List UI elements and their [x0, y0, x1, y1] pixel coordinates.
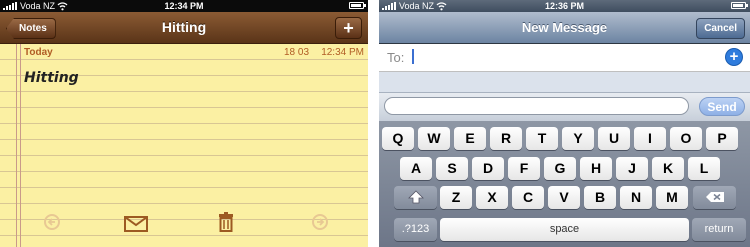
- key-t[interactable]: T: [526, 127, 558, 150]
- key-m[interactable]: M: [656, 186, 688, 209]
- space-key[interactable]: space: [440, 218, 689, 241]
- next-arrow-icon[interactable]: [312, 214, 328, 230]
- previous-arrow-icon[interactable]: [44, 214, 60, 230]
- key-h[interactable]: H: [580, 157, 612, 180]
- new-message-screen: Voda NZ 12:36 PM New Message Cancel To: …: [379, 0, 750, 247]
- compose-bar: Send: [379, 92, 750, 122]
- key-l[interactable]: L: [688, 157, 720, 180]
- text-cursor: [412, 49, 414, 64]
- key-b[interactable]: B: [584, 186, 616, 209]
- key-v[interactable]: V: [548, 186, 580, 209]
- shift-arrow-icon: [407, 190, 424, 204]
- to-label: To:: [387, 50, 405, 65]
- key-n[interactable]: N: [620, 186, 652, 209]
- recipient-row[interactable]: To: +: [379, 44, 750, 72]
- message-navigation-bar: New Message Cancel: [379, 12, 750, 44]
- note-body-text[interactable]: Hitting: [24, 70, 79, 86]
- shift-key[interactable]: [394, 186, 437, 209]
- key-q[interactable]: Q: [382, 127, 414, 150]
- battery-icon: [731, 2, 748, 9]
- send-button[interactable]: Send: [699, 97, 745, 116]
- key-z[interactable]: Z: [440, 186, 472, 209]
- key-a[interactable]: A: [400, 157, 432, 180]
- key-k[interactable]: K: [652, 157, 684, 180]
- numbers-key[interactable]: .?123: [394, 218, 437, 241]
- backspace-icon: [705, 192, 724, 202]
- key-f[interactable]: F: [508, 157, 540, 180]
- key-p[interactable]: P: [706, 127, 738, 150]
- note-date: 18 03: [284, 47, 310, 58]
- status-time: 12:34 PM: [164, 1, 204, 11]
- status-bar: Voda NZ 12:36 PM: [379, 0, 750, 12]
- key-u[interactable]: U: [598, 127, 630, 150]
- status-time: 12:36 PM: [544, 1, 585, 11]
- notes-screen: Voda NZ 12:34 PM Notes Hitting + Today 1…: [0, 0, 368, 247]
- cancel-button[interactable]: Cancel: [696, 18, 745, 39]
- notes-navigation-bar: Notes Hitting +: [0, 12, 368, 44]
- key-i[interactable]: I: [634, 127, 666, 150]
- note-toolbar: [0, 210, 368, 240]
- delete-key[interactable]: [693, 186, 736, 209]
- message-area: [379, 72, 750, 92]
- key-c[interactable]: C: [512, 186, 544, 209]
- key-o[interactable]: O: [670, 127, 702, 150]
- add-note-button[interactable]: +: [335, 17, 362, 39]
- note-day: Today: [24, 47, 53, 58]
- key-x[interactable]: X: [476, 186, 508, 209]
- key-s[interactable]: S: [436, 157, 468, 180]
- mail-icon[interactable]: [124, 216, 148, 232]
- key-y[interactable]: Y: [562, 127, 594, 150]
- add-contact-button[interactable]: +: [726, 49, 742, 65]
- key-e[interactable]: E: [454, 127, 486, 150]
- message-title: New Message: [521, 20, 608, 35]
- note-time: 12:34 PM: [321, 47, 364, 58]
- note-title: Hitting: [161, 19, 207, 35]
- battery-icon: [349, 2, 366, 9]
- key-r[interactable]: R: [490, 127, 522, 150]
- key-g[interactable]: G: [544, 157, 576, 180]
- key-d[interactable]: D: [472, 157, 504, 180]
- trash-icon[interactable]: [218, 212, 234, 232]
- key-w[interactable]: W: [418, 127, 450, 150]
- keyboard: QWERTYUIOP ASDFGHJKL ZXCVBNM .?123 space…: [379, 121, 750, 247]
- message-input[interactable]: [384, 97, 689, 115]
- status-bar: Voda NZ 12:34 PM: [0, 0, 368, 12]
- return-key[interactable]: return: [692, 218, 746, 241]
- key-j[interactable]: J: [616, 157, 648, 180]
